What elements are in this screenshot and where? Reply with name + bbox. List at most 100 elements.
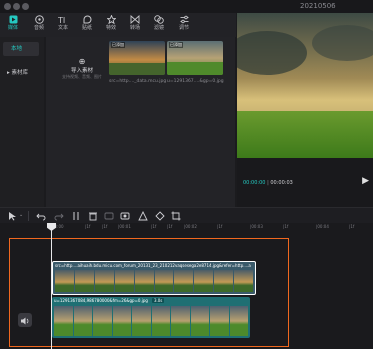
track-audio-toggle[interactable]	[18, 313, 32, 327]
mirror-icon[interactable]	[120, 211, 130, 221]
clip-frame	[229, 306, 248, 336]
tab-label: 音频	[33, 25, 44, 31]
clip-frame	[54, 306, 73, 336]
play-icon[interactable]: ▶	[362, 176, 369, 186]
tab-filter[interactable]: 滤镜	[148, 15, 170, 35]
media-sidebar: 本地 ▸ 素材库	[0, 37, 44, 207]
effects-icon	[106, 15, 116, 24]
clip-frame	[114, 270, 134, 292]
tab-adjust[interactable]: 调节	[173, 15, 195, 35]
mask-icon[interactable]	[155, 211, 165, 221]
text-icon: TI	[58, 16, 65, 24]
timeline-clip-1[interactable]: src=http....aihuaih.bdu.micu.com_forum_2…	[52, 261, 256, 295]
ruler-tick: |1f	[85, 224, 91, 229]
ruler-tick: |00:04	[316, 224, 329, 229]
playhead[interactable]	[51, 223, 52, 349]
filter-icon	[154, 15, 164, 24]
media-thumb-caption: u=1291367....&gp=0.jpg	[167, 79, 224, 84]
clip-frame	[74, 270, 94, 292]
media-thumb-caption: src=http...._data.mcu.jpg	[109, 79, 167, 84]
ruler-tick: |00:02	[184, 224, 197, 229]
media-panel: ⊕ 导入素材 支持视频、音频、图片 已添加 src=http...._data.…	[46, 37, 235, 207]
ruler-tick: |1f	[151, 224, 157, 229]
toolbar-divider	[28, 211, 29, 221]
timeline-clip-2[interactable]: u=1291367084,986780000&fm=26&gp=0.jpg 3.0…	[52, 297, 250, 338]
tab-media[interactable]: 媒体	[2, 15, 24, 35]
ruler-tick: |1f	[283, 224, 289, 229]
tab-label: 文本	[57, 25, 68, 31]
chevron-down-icon[interactable]: ⌄	[19, 212, 23, 218]
clip-frame	[214, 270, 234, 292]
audio-icon	[34, 15, 44, 24]
crop-icon[interactable]	[171, 211, 181, 221]
clip-frame	[134, 270, 154, 292]
rotate-icon[interactable]	[138, 211, 148, 221]
tab-label: 滤镜	[153, 25, 164, 31]
tab-sticker[interactable]: 贴纸	[76, 15, 98, 35]
clip-frame	[194, 270, 214, 292]
sticker-icon	[83, 15, 91, 24]
close-window-button[interactable]	[4, 3, 11, 10]
adjust-icon	[180, 15, 188, 24]
plus-icon: ⊕	[78, 57, 86, 66]
clip-frame	[234, 270, 254, 292]
chevron-right-icon: ▸	[7, 70, 10, 76]
clip-frame	[112, 306, 131, 336]
svg-text:TI: TI	[58, 16, 65, 24]
tab-label: 调节	[178, 25, 189, 31]
ruler-tick: |1f	[217, 224, 223, 229]
clip-frame	[132, 306, 151, 336]
tab-label: 媒体	[7, 25, 18, 31]
tab-label: 贴纸	[81, 25, 92, 31]
clip-frames	[54, 306, 248, 336]
top-tab-bar: 媒体 音频 TI 文本 贴纸 特效 转场 滤镜 调节	[0, 13, 236, 37]
title-bar: 20210506	[0, 0, 373, 13]
import-hint: 支持视频、音频、图片	[62, 74, 102, 79]
added-badge: 已添加	[169, 42, 183, 48]
preview-panel: 00:00:00 | 00:00:03 ▶	[237, 13, 373, 207]
ruler-tick: |00:03	[250, 224, 263, 229]
redo-icon[interactable]	[54, 211, 64, 221]
tab-audio[interactable]: 音频	[28, 15, 50, 35]
freeze-frame-icon[interactable]	[104, 211, 114, 221]
import-label: 导入素材	[70, 68, 93, 74]
timeline-toolbar: ⌄	[0, 207, 373, 224]
clip-label: src=http....aihuaih.bdu.micu.com_forum_2…	[55, 263, 251, 268]
select-cursor-icon[interactable]	[8, 211, 18, 221]
clip-frame	[151, 306, 170, 336]
delete-icon[interactable]	[88, 211, 98, 221]
clip-frame	[73, 306, 92, 336]
speaker-icon	[21, 317, 29, 325]
current-time: 00:00:00	[243, 180, 266, 186]
tab-transition[interactable]: 转场	[124, 15, 146, 35]
time-readout: 00:00:00 | 00:00:03	[243, 180, 293, 186]
clip-frames	[55, 270, 254, 292]
window-title: 20210506	[300, 2, 336, 10]
clip-frame	[55, 270, 74, 292]
tab-text[interactable]: TI 文本	[52, 15, 74, 35]
sidebar-item-local[interactable]: 本地	[3, 42, 39, 56]
sidebar-item-label: 本地	[11, 46, 23, 52]
media-thumb-1[interactable]: 已添加	[109, 41, 165, 75]
sidebar-item-material-library[interactable]: ▸ 素材库	[3, 66, 39, 80]
undo-icon[interactable]	[36, 211, 46, 221]
tab-effects[interactable]: 特效	[100, 15, 122, 35]
tab-label: 转场	[129, 25, 140, 31]
clip-frame	[210, 306, 229, 336]
ruler-tick: |00:01	[118, 224, 131, 229]
split-icon[interactable]	[71, 211, 81, 221]
import-media-button[interactable]: ⊕ 导入素材 支持视频、音频、图片	[54, 57, 110, 89]
media-thumb-2[interactable]: 已添加	[167, 41, 223, 75]
clip-frame	[93, 306, 112, 336]
sidebar-item-label: 素材库	[11, 70, 29, 76]
ruler-tick: |1f	[102, 224, 108, 229]
clip-filename: u=1291367084,986780000&fm=26&gp=0.jpg	[54, 298, 148, 303]
clip-frame	[190, 306, 209, 336]
clip-frame	[154, 270, 174, 292]
timeline-panel: 00:00 |1f |1f |00:01 |1f |1f |00:02 |1f …	[0, 223, 373, 349]
minimize-window-button[interactable]	[13, 3, 20, 10]
zoom-window-button[interactable]	[22, 3, 29, 10]
clip-duration-badge: 3.0s	[151, 298, 165, 303]
clip-frame	[174, 270, 194, 292]
clip-label: u=1291367084,986780000&fm=26&gp=0.jpg 3.0…	[54, 298, 165, 303]
